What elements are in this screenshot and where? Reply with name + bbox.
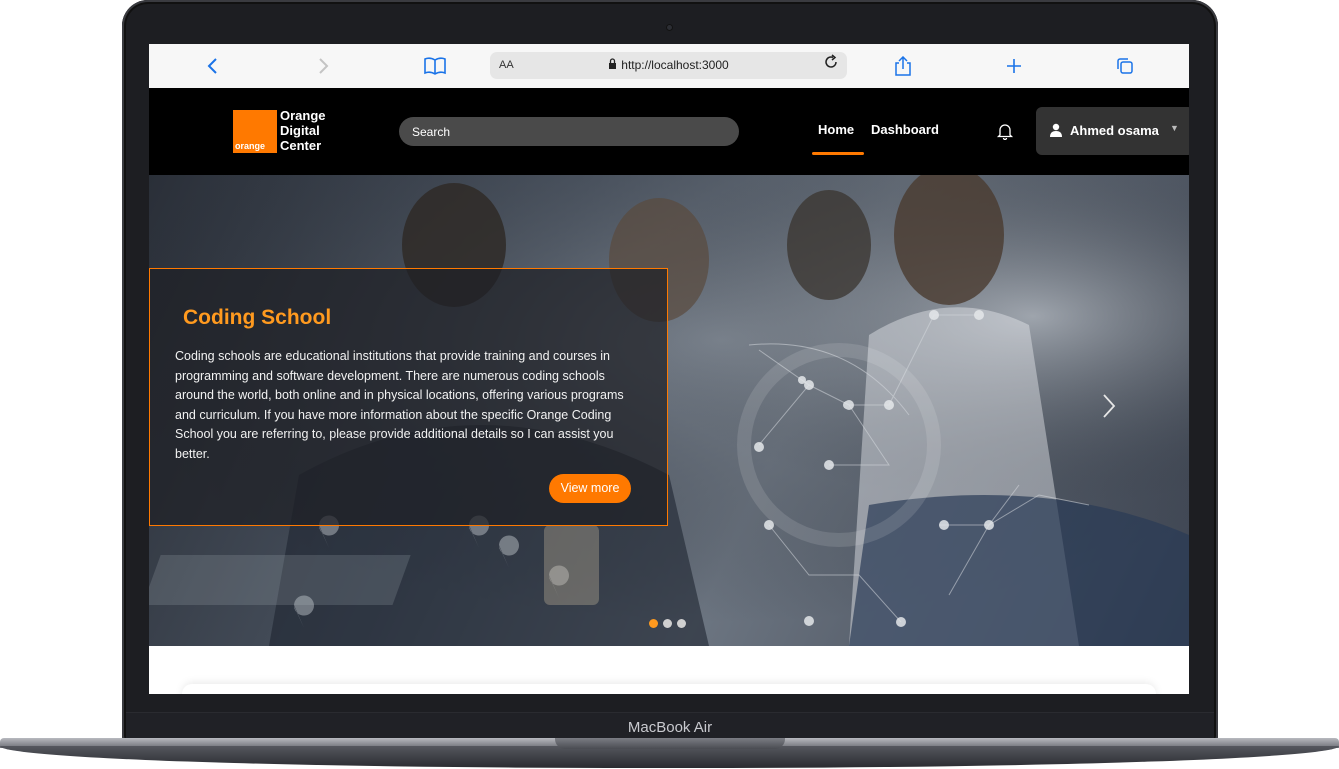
- tabs-button[interactable]: [1112, 53, 1138, 79]
- plus-icon: [1007, 59, 1021, 73]
- user-name: Ahmed osama: [1070, 123, 1159, 138]
- search-placeholder: Search: [412, 125, 451, 139]
- new-tab-button[interactable]: [1001, 53, 1027, 79]
- laptop-chin: MacBook Air: [126, 712, 1214, 741]
- reload-button[interactable]: [823, 54, 839, 75]
- chevron-right-icon: [1103, 394, 1116, 418]
- user-icon: [1050, 123, 1062, 137]
- browser-toolbar: AA http://localhost:3000: [149, 44, 1189, 89]
- nav-dashboard[interactable]: Dashboard: [871, 122, 939, 137]
- hero-card: Coding School Coding schools are educati…: [149, 268, 668, 526]
- hero-description: Coding schools are educational instituti…: [175, 349, 624, 461]
- base-notch: [555, 738, 785, 749]
- nav-home[interactable]: Home: [818, 122, 854, 137]
- caret-down-icon: ▼: [1170, 123, 1179, 133]
- page-content: [149, 646, 1189, 694]
- notifications-button[interactable]: [996, 122, 1014, 141]
- logo-line-3: Center: [280, 138, 322, 153]
- site-header: orange Orange Digital Center Search Home…: [149, 88, 1189, 175]
- hero-title: Coding School: [183, 306, 332, 329]
- chevron-left-icon: [207, 58, 217, 74]
- view-more-button[interactable]: View more: [549, 474, 631, 503]
- carousel-indicators: [649, 615, 691, 633]
- share-button[interactable]: [890, 53, 916, 79]
- tabs-icon: [1117, 58, 1133, 74]
- logo-box-text: orange: [235, 141, 266, 151]
- share-icon: [895, 56, 911, 76]
- hero-carousel: Coding School Coding schools are educati…: [149, 175, 1189, 646]
- device-label: MacBook Air: [627, 719, 713, 736]
- reload-icon: [825, 54, 837, 68]
- address-bar[interactable]: AA http://localhost:3000: [490, 52, 847, 79]
- logo-line-1: Orange: [280, 108, 326, 123]
- carousel-dot-2[interactable]: [663, 619, 672, 628]
- chevron-right-icon: [319, 58, 329, 74]
- logo-text: Orange Digital Center: [280, 108, 326, 153]
- forward-button[interactable]: [310, 53, 336, 79]
- search-input[interactable]: Search: [399, 117, 739, 146]
- camera-icon: [666, 24, 673, 31]
- logo-line-2: Digital: [280, 123, 320, 138]
- url-value: http://localhost:3000: [621, 58, 729, 72]
- carousel-dot-1[interactable]: [649, 619, 658, 628]
- book-icon: [424, 57, 446, 75]
- nav-active-indicator: [812, 152, 864, 155]
- content-card: [182, 684, 1156, 694]
- back-button[interactable]: [200, 53, 226, 79]
- base-body: [0, 746, 1339, 768]
- logo[interactable]: orange: [233, 110, 277, 153]
- url-text: http://localhost:3000: [490, 58, 847, 72]
- lock-icon: [608, 58, 617, 72]
- user-menu-button[interactable]: Ahmed osama ▼: [1036, 107, 1189, 155]
- laptop-base: [0, 738, 1339, 769]
- screen: AA http://localhost:3000 orange Orange D…: [149, 44, 1189, 694]
- carousel-dot-3[interactable]: [677, 619, 686, 628]
- bell-icon: [996, 124, 1014, 141]
- bookmarks-button[interactable]: [422, 53, 448, 79]
